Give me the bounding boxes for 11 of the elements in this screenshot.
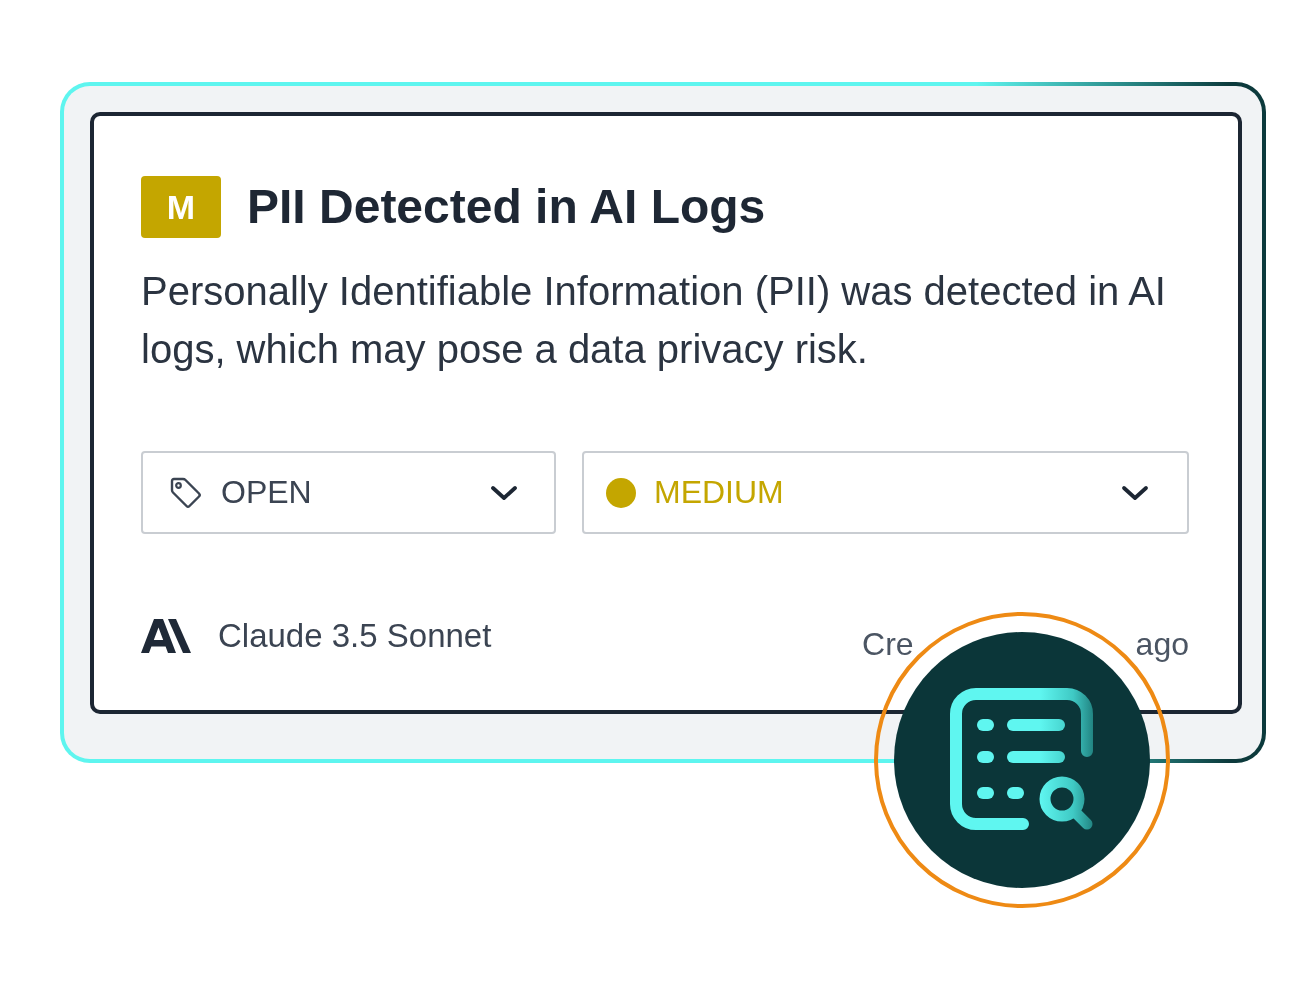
status-dropdown[interactable]: OPEN <box>141 451 556 534</box>
created-time-text: Cre <box>862 626 914 663</box>
logo-icon <box>141 619 191 653</box>
chevron-down-icon <box>490 484 518 501</box>
tag-icon <box>169 475 203 510</box>
severity-badge: M <box>141 176 221 238</box>
alert-description: Personally Identifiable Information (PII) was detected in AI logs, which may pose a data privacy risk. <box>141 268 1167 373</box>
created-time-text: ago <box>1135 626 1189 663</box>
alert-title: PII Detected in AI Logs <box>247 179 766 235</box>
chevron-down-icon <box>1121 484 1149 501</box>
model-name: Claude 3.5 Sonnet <box>218 617 492 655</box>
